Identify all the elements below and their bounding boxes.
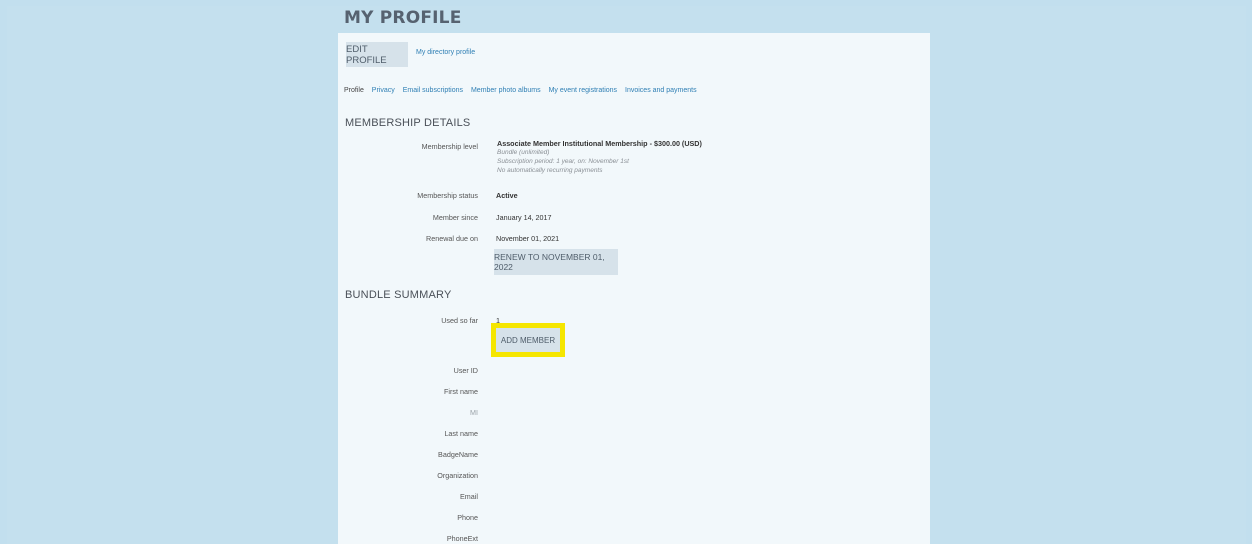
field-label-mi: MI — [470, 408, 478, 417]
membership-level-bundle: Bundle (unlimited) — [497, 149, 550, 156]
renewal-due-value: November 01, 2021 — [496, 234, 560, 243]
renewal-due-label: Renewal due on — [426, 234, 478, 243]
field-label-badge-name: BadgeName — [438, 450, 478, 459]
add-member-highlight: ADD MEMBER — [491, 323, 565, 357]
tab-profile[interactable]: Profile — [344, 87, 364, 94]
field-label-email: Email — [460, 492, 478, 501]
tab-privacy[interactable]: Privacy — [372, 87, 395, 94]
field-label-last-name: Last name — [444, 429, 478, 438]
field-label-phone-ext: PhoneExt — [446, 534, 478, 543]
page-title: MY PROFILE — [344, 8, 462, 28]
membership-level-label: Membership level — [421, 142, 478, 151]
directory-profile-link[interactable]: My directory profile — [416, 49, 475, 56]
profile-panel: EDIT PROFILE My directory profile Profil… — [338, 33, 930, 544]
field-label-organization: Organization — [437, 471, 478, 480]
membership-level-value: Associate Member Institutional Membershi… — [497, 139, 702, 175]
membership-level-period: Subscription period: 1 year, on: Novembe… — [497, 158, 629, 165]
member-since-value: January 14, 2017 — [496, 213, 552, 222]
edit-profile-button[interactable]: EDIT PROFILE — [346, 42, 408, 67]
profile-tabs: Profile Privacy Email subscriptions Memb… — [344, 87, 703, 94]
tab-my-event-registrations[interactable]: My event registrations — [549, 87, 617, 94]
tab-email-subscriptions[interactable]: Email subscriptions — [403, 87, 463, 94]
field-label-first-name: First name — [444, 387, 478, 396]
member-since-label: Member since — [432, 213, 478, 222]
membership-level-recurring: No automatically recurring payments — [497, 167, 603, 174]
used-so-far-label: Used so far — [441, 316, 478, 325]
page-frame: MY PROFILE EDIT PROFILE My directory pro… — [7, 6, 1246, 544]
membership-level-name: Associate Member Institutional Membershi… — [497, 139, 702, 148]
renew-button[interactable]: RENEW TO NOVEMBER 01, 2022 — [494, 249, 618, 275]
bundle-summary-heading: BUNDLE SUMMARY — [345, 289, 452, 301]
membership-details-heading: MEMBERSHIP DETAILS — [345, 117, 471, 129]
membership-status-value: Active — [496, 191, 518, 200]
field-label-phone: Phone — [457, 513, 478, 522]
membership-status-label: Membership status — [417, 191, 478, 200]
add-member-button[interactable]: ADD MEMBER — [496, 328, 560, 352]
tab-member-photo-albums[interactable]: Member photo albums — [471, 87, 541, 94]
field-label-user-id: User ID — [453, 366, 478, 375]
tab-invoices-and-payments[interactable]: Invoices and payments — [625, 87, 697, 94]
